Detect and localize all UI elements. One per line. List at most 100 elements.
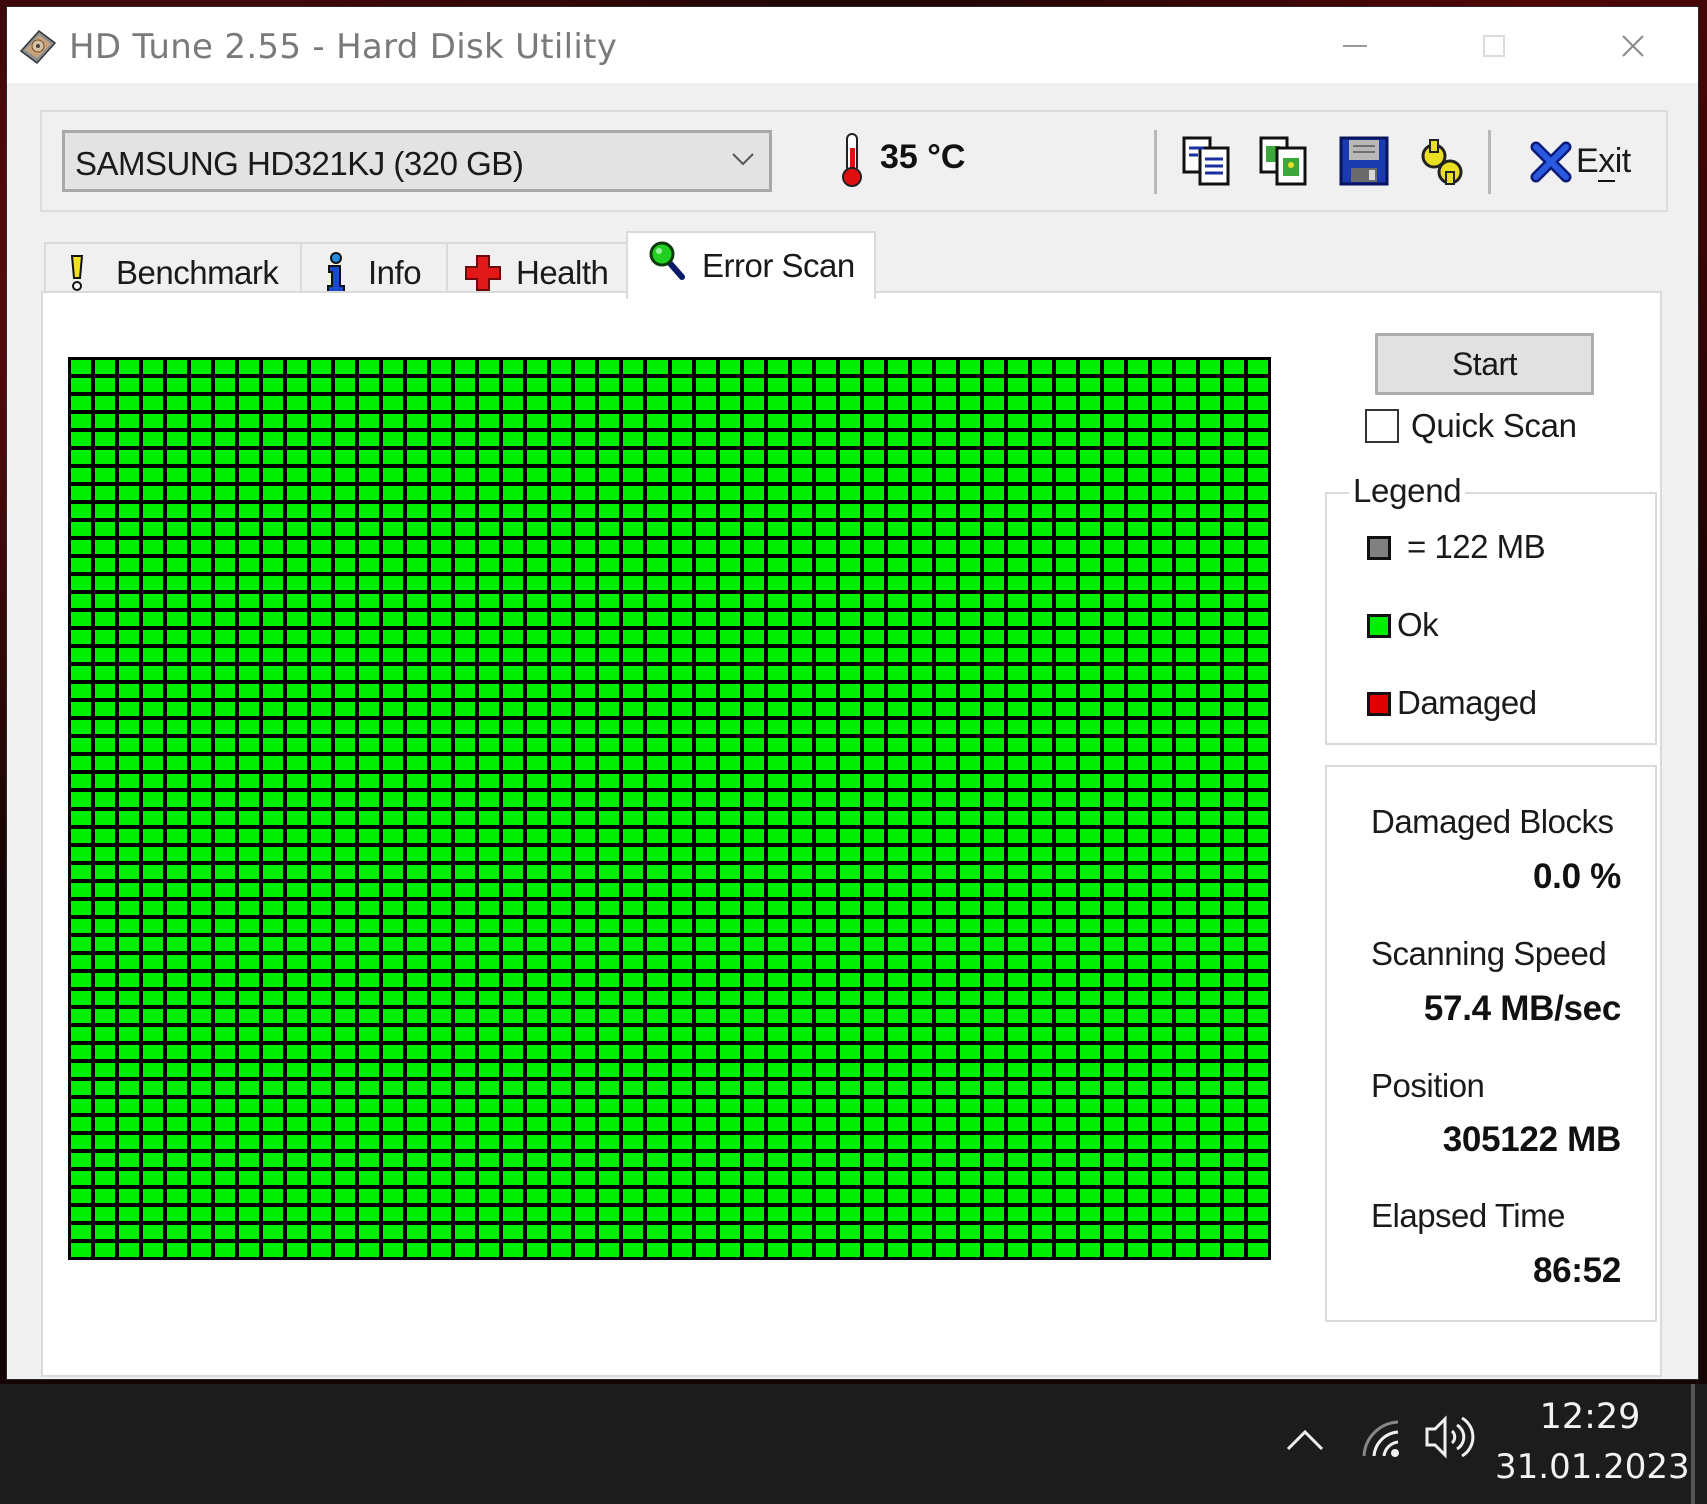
scan-block-ok [1199, 756, 1220, 771]
scan-block-ok [575, 540, 596, 555]
scan-block-ok [719, 990, 740, 1005]
scan-block-ok [767, 540, 788, 555]
scan-block-ok [479, 1152, 500, 1167]
scan-block-ok [1199, 900, 1220, 915]
scan-block-ok [1007, 1008, 1028, 1023]
scan-block-ok [863, 918, 884, 933]
start-button[interactable]: Start [1375, 333, 1594, 395]
scan-block-ok [191, 486, 212, 501]
exit-button[interactable]: Exit [1526, 134, 1636, 190]
scan-block-ok [911, 684, 932, 699]
scan-block-ok [263, 846, 284, 861]
scan-block-ok [407, 720, 428, 735]
scan-block-ok [431, 630, 452, 645]
scan-block-ok [1199, 504, 1220, 519]
scan-block-ok [311, 1044, 332, 1059]
scan-block-ok [1007, 648, 1028, 663]
scan-block-ok [71, 468, 92, 483]
drive-select[interactable]: SAMSUNG HD321KJ (320 GB) [62, 130, 772, 192]
scan-block-ok [551, 432, 572, 447]
scan-block-ok [719, 648, 740, 663]
copy-screenshot-button[interactable] [1257, 134, 1313, 190]
scan-block-ok [1223, 558, 1244, 573]
scan-block-ok [959, 954, 980, 969]
scan-block-ok [575, 954, 596, 969]
scan-block-ok [191, 1008, 212, 1023]
scan-block-ok [1103, 846, 1124, 861]
checkbox-box[interactable] [1365, 409, 1399, 443]
save-button[interactable] [1337, 134, 1393, 190]
scan-block-ok [599, 828, 620, 843]
scan-block-ok [479, 558, 500, 573]
scan-block-ok [575, 828, 596, 843]
scan-block-ok [71, 810, 92, 825]
copy-text-button[interactable] [1180, 134, 1236, 190]
tab-benchmark[interactable]: Benchmark [44, 242, 302, 298]
scan-block-ok [911, 1206, 932, 1221]
scan-block-ok [1247, 774, 1268, 789]
tab-info[interactable]: Info [300, 242, 448, 298]
scan-block-ok [407, 702, 428, 717]
thermometer-icon [837, 132, 867, 193]
scan-block-ok [935, 1170, 956, 1185]
scan-block-ok [983, 1098, 1004, 1113]
scan-block-ok [1151, 990, 1172, 1005]
scan-block-ok [551, 594, 572, 609]
scan-block-ok [239, 702, 260, 717]
scan-block-ok [95, 594, 116, 609]
volume-icon[interactable] [1425, 1414, 1475, 1465]
scan-block-ok [983, 1080, 1004, 1095]
scan-block-ok [911, 450, 932, 465]
scan-block-ok [623, 684, 644, 699]
scan-block-ok [887, 612, 908, 627]
maximize-button[interactable] [1464, 21, 1524, 71]
scan-block-ok [647, 450, 668, 465]
scan-block-ok [911, 1152, 932, 1167]
wifi-icon[interactable] [1362, 1418, 1402, 1463]
scan-block-ok [983, 684, 1004, 699]
scan-block-ok [71, 666, 92, 681]
scan-block-ok [1103, 936, 1124, 951]
options-button[interactable] [1414, 134, 1470, 190]
scan-block-ok [335, 882, 356, 897]
copy-screenshot-icon [1259, 136, 1307, 186]
tab-health[interactable]: Health [446, 242, 628, 298]
scan-block-ok [239, 1170, 260, 1185]
scan-block-ok [1007, 630, 1028, 645]
scan-block-ok [1055, 612, 1076, 627]
wrench-icon [1421, 139, 1463, 185]
scan-block-ok [1079, 1026, 1100, 1041]
scan-block-ok [599, 1044, 620, 1059]
scan-block-ok [191, 594, 212, 609]
taskbar-clock[interactable]: 12:29 31.01.2023 [1495, 1394, 1690, 1494]
scan-block-ok [167, 612, 188, 627]
scan-block-ok [143, 756, 164, 771]
scan-block-ok [527, 414, 548, 429]
scan-block-ok [1031, 396, 1052, 411]
scan-block-ok [191, 1170, 212, 1185]
scan-block-ok [1175, 360, 1196, 375]
scan-block-ok [647, 630, 668, 645]
scan-block-ok [455, 1188, 476, 1203]
scan-block-ok [551, 864, 572, 879]
scan-block-ok [455, 486, 476, 501]
scan-block-ok [95, 882, 116, 897]
scan-block-ok [863, 1026, 884, 1041]
scan-block-ok [743, 576, 764, 591]
chevron-up-icon[interactable] [1285, 1428, 1325, 1457]
scanning-speed-value: 57.4 MB/sec [1423, 989, 1621, 1028]
show-desktop-button[interactable] [1691, 1384, 1695, 1504]
close-button[interactable] [1603, 21, 1663, 71]
scan-block-ok [383, 1152, 404, 1167]
title-bar[interactable]: HD Tune 2.55 - Hard Disk Utility [7, 7, 1698, 83]
minimize-button[interactable] [1325, 21, 1385, 71]
scan-block-ok [647, 378, 668, 393]
scan-block-ok [935, 1188, 956, 1203]
scan-block-ok [311, 1206, 332, 1221]
quick-scan-checkbox[interactable]: Quick Scan [1365, 405, 1595, 449]
scan-block-ok [839, 1152, 860, 1167]
tab-error-scan[interactable]: Error Scan [626, 231, 876, 299]
scan-block-ok [671, 1062, 692, 1077]
scan-block-ok [695, 648, 716, 663]
scan-block-ok [1247, 414, 1268, 429]
